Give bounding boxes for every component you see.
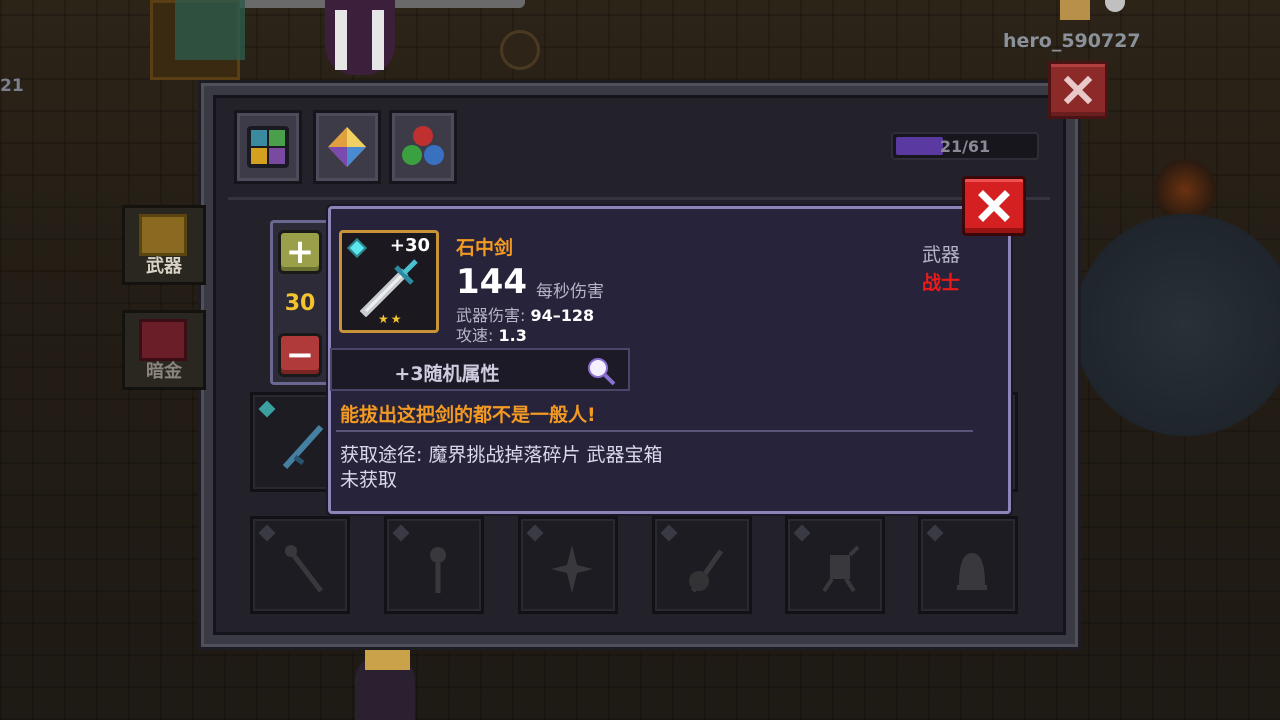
npc-ear-left	[335, 10, 347, 70]
rifle-icon	[282, 424, 324, 470]
inventory-capacity-bar: 21/61	[891, 132, 1039, 160]
category-label: 武器	[146, 256, 182, 277]
item-slot[interactable]	[250, 392, 340, 492]
tab-inventory-grid[interactable]	[234, 110, 302, 184]
item-attack-speed: 攻速: 1.3	[456, 322, 527, 346]
crystal-icon	[328, 127, 366, 167]
item-dps: 144	[456, 262, 527, 302]
tooltip-divider	[336, 430, 973, 432]
gem-icon	[258, 524, 276, 542]
gem-icon	[392, 524, 410, 542]
capacity-text: 21/61	[939, 137, 991, 156]
sword-icon	[360, 259, 418, 317]
item-type: 武器	[922, 244, 961, 266]
increase-button[interactable]: +	[278, 230, 322, 274]
close-icon	[978, 190, 1010, 222]
inventory-close-button[interactable]	[1048, 61, 1108, 119]
shuriken-icon	[551, 545, 593, 593]
item-source: 获取途径: 魔界挑战掉落碎片 武器宝箱	[340, 444, 663, 466]
damage-value: 94–128	[530, 306, 595, 325]
stall-awning	[175, 0, 245, 60]
random-attributes-label: +3随机属性	[394, 363, 500, 385]
axe-icon	[689, 549, 724, 593]
category-dark-gold[interactable]: 暗金	[122, 310, 206, 390]
item-stars: ★★	[378, 312, 404, 326]
grid-icon	[247, 126, 289, 168]
random-attributes-button[interactable]: +3随机属性	[330, 348, 630, 391]
level-stepper: + 30 −	[270, 220, 330, 385]
pot-decor	[500, 30, 540, 70]
gem-icon	[347, 238, 367, 258]
wand-icon	[430, 547, 446, 593]
stepper-value: 30	[284, 291, 316, 316]
speed-label: 攻速:	[456, 326, 494, 345]
item-name: 石中剑	[456, 237, 514, 259]
gem-icon	[258, 400, 276, 418]
decrease-button[interactable]: −	[278, 333, 322, 377]
header-divider	[228, 197, 1050, 200]
item-icon-frame: +30 ★★	[339, 230, 439, 333]
item-slot[interactable]	[518, 516, 618, 614]
tooltip-close-button[interactable]	[962, 176, 1026, 236]
item-slot[interactable]	[250, 516, 350, 614]
gem-icon	[526, 524, 544, 542]
gem-icon	[793, 524, 811, 542]
tab-crystal[interactable]	[313, 110, 381, 184]
item-slot[interactable]	[384, 516, 484, 614]
sword-icon	[139, 214, 187, 256]
gem-icon	[926, 524, 944, 542]
player-hat	[365, 650, 410, 670]
item-status: 未获取	[340, 469, 398, 491]
npc-right	[1060, 0, 1090, 20]
item-dps-label: 每秒伤害	[536, 282, 604, 302]
gem-icon	[660, 524, 678, 542]
item-flavor-text: 能拔出这把剑的都不是一般人!	[340, 404, 596, 426]
category-label: 暗金	[146, 361, 182, 382]
item-slot[interactable]	[652, 516, 752, 614]
left-hud-number: 21	[0, 76, 24, 96]
orbs-icon	[402, 126, 444, 165]
bell-icon	[957, 553, 987, 590]
chest-icon	[139, 319, 187, 361]
magnifier-icon	[588, 358, 616, 386]
creature-icon	[822, 545, 860, 593]
staff-icon	[285, 545, 323, 593]
tab-orbs[interactable]	[389, 110, 457, 184]
item-level: +30	[389, 235, 430, 256]
player-name: hero_590727	[1003, 30, 1141, 52]
item-slot[interactable]	[785, 516, 885, 614]
npc-ear-right	[372, 10, 384, 70]
close-icon	[1063, 75, 1093, 105]
item-slot[interactable]	[918, 516, 1018, 614]
speed-value: 1.3	[498, 326, 527, 345]
category-weapon[interactable]: 武器	[122, 205, 206, 285]
item-class: 战士	[922, 272, 961, 294]
